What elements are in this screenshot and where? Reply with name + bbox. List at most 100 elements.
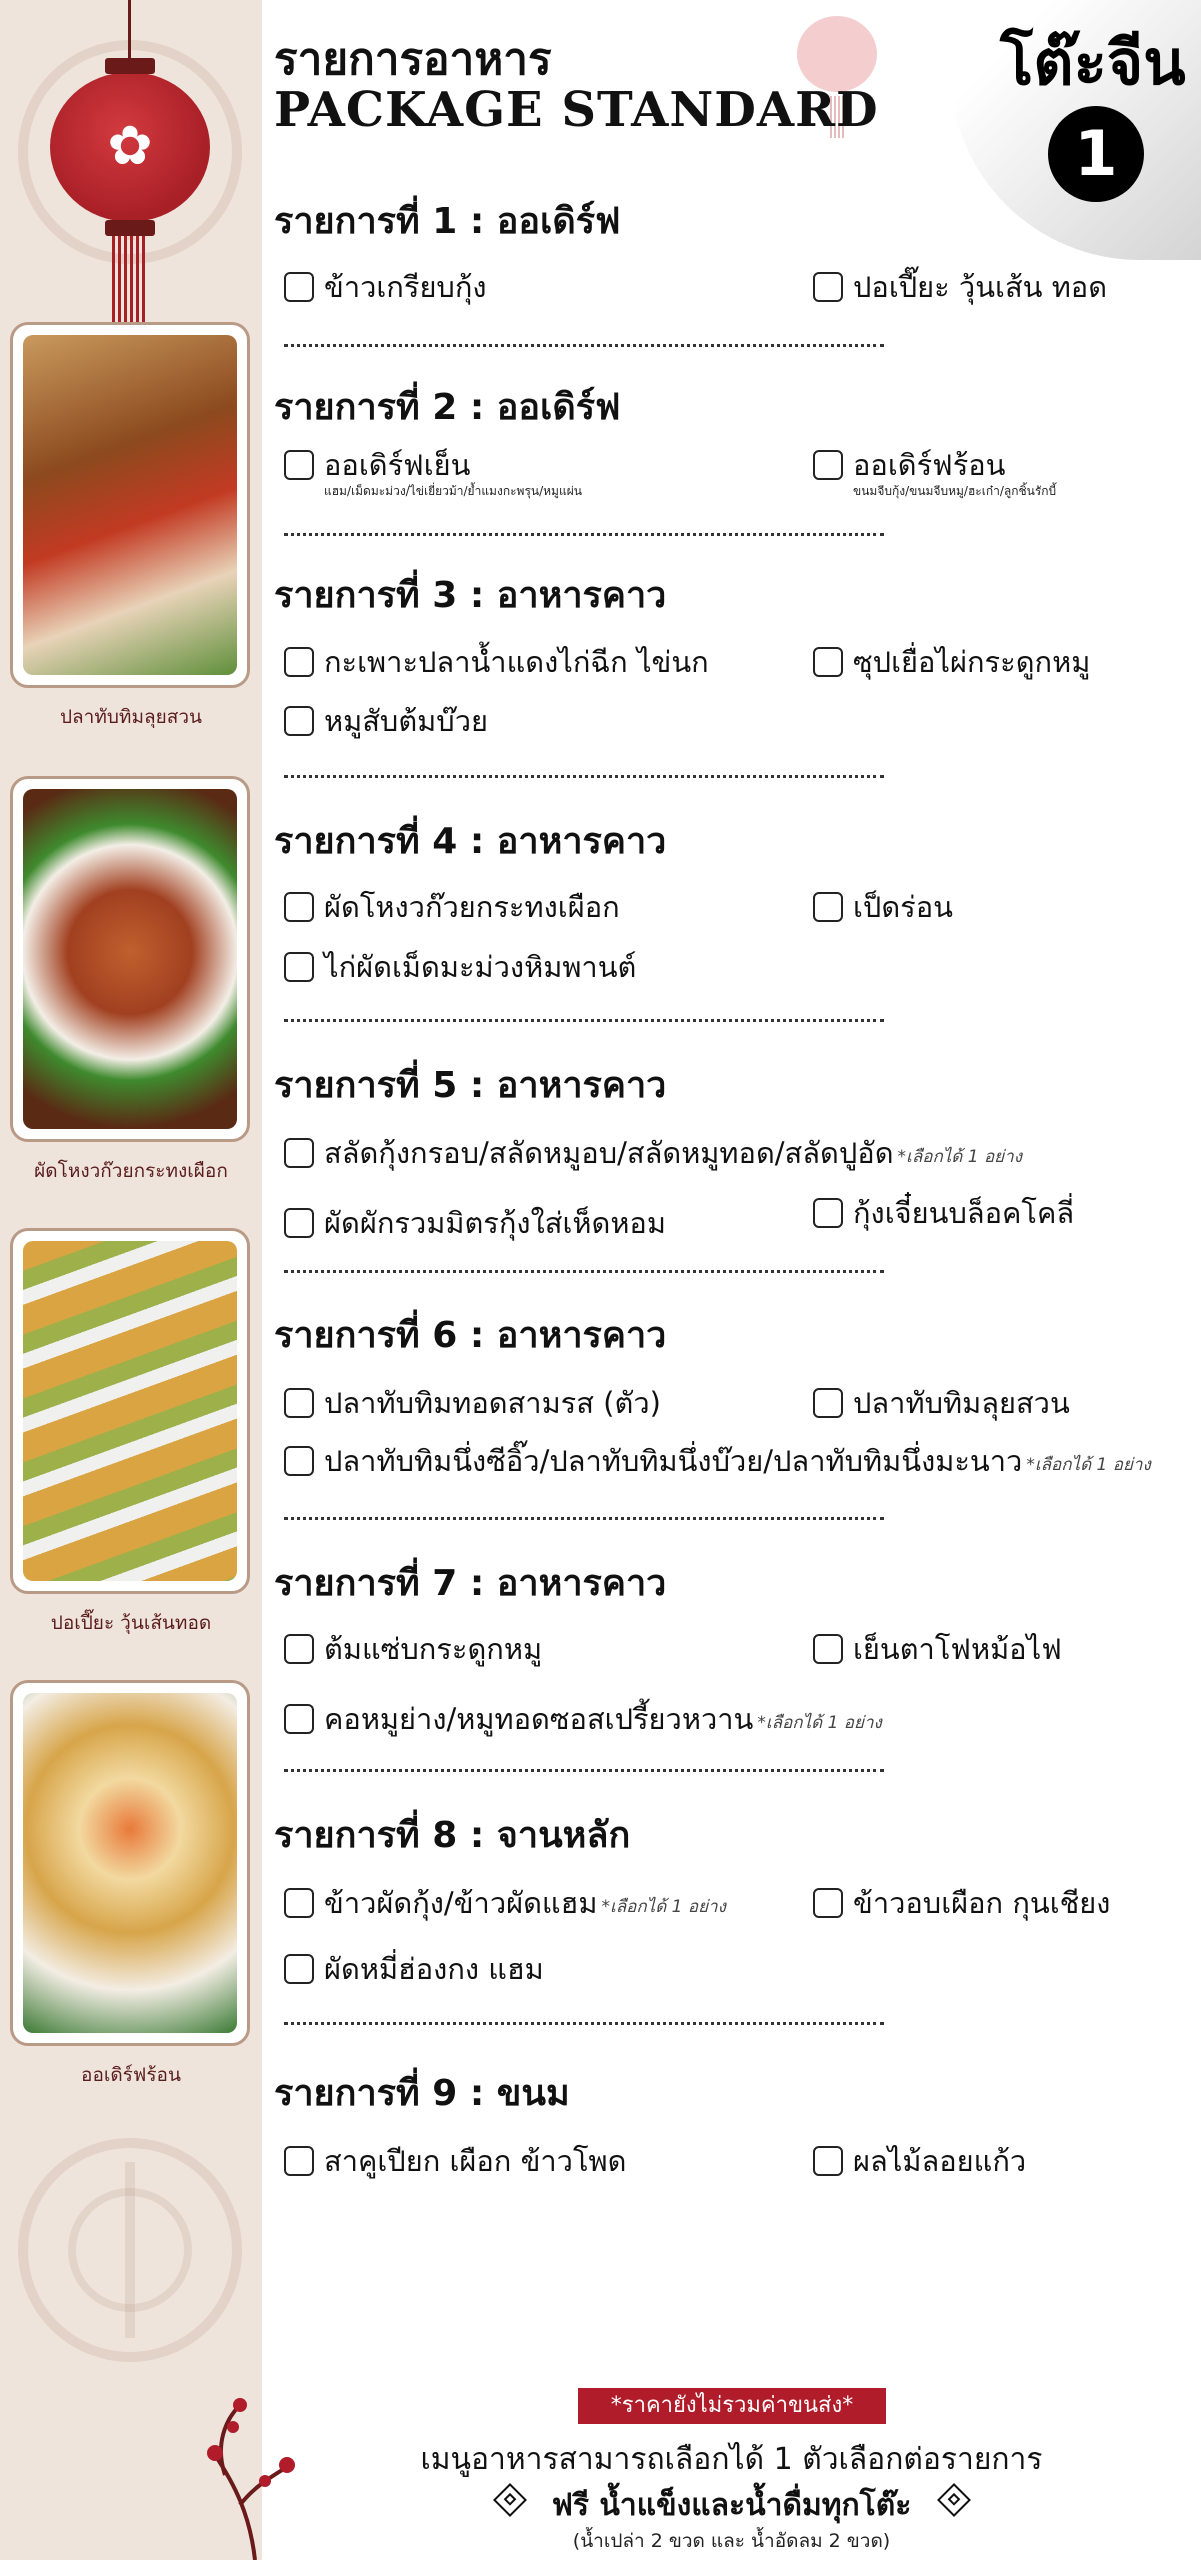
menu-option[interactable]: ซุปเยื่อไผ่กระดูกหมู <box>813 643 1090 681</box>
checkbox[interactable] <box>813 647 843 677</box>
stirfry-dish-photo <box>23 789 237 1129</box>
checkbox[interactable] <box>284 272 314 302</box>
menu-option[interactable]: ผลไม้ลอยแก้ว <box>813 2142 1026 2180</box>
checkbox[interactable] <box>813 1198 843 1228</box>
menu-option[interactable]: สลัดกุ้งกรอบ/สลัดหมูอบ/สลัดหมูทอด/สลัดปู… <box>284 1134 1022 1180</box>
section-title: รายการที่ 4 : อาหารคาว <box>274 821 667 862</box>
checkbox[interactable] <box>284 1388 314 1418</box>
option-description: แฮม/เม็ดมะม่วง/ไข่เยี่ยวม้า/ย้ำแมงกะพรุน… <box>324 484 582 498</box>
checkbox[interactable] <box>284 1954 314 1984</box>
section-title: รายการที่ 5 : อาหารคาว <box>274 1065 667 1106</box>
checkbox[interactable] <box>813 272 843 302</box>
menu-option[interactable]: ข้าวผัดกุ้ง/ข้าวผัดแฮม *เลือกได้ 1 อย่าง <box>284 1884 726 1930</box>
option-label: สาคูเปียก เผือก ข้าวโพด <box>324 2144 627 2178</box>
option-label: เย็นตาโฟหม้อไฟ <box>853 1632 1062 1666</box>
menu-option[interactable]: เย็นตาโฟหม้อไฟ <box>813 1630 1062 1668</box>
checkbox[interactable] <box>813 1388 843 1418</box>
small-lantern-icon <box>797 16 877 92</box>
section-title: รายการที่ 2 : ออเดิร์ฟ <box>274 387 621 428</box>
menu-option[interactable]: ผัดผักรวมมิตรกุ้งใส่เห็ดหอม <box>284 1204 666 1242</box>
option-label: กุ้งเจี๋ยนบล็อคโคลี่ <box>853 1196 1075 1230</box>
option-label: ไก่ผัดเม็ดมะม่วงหิมพานต์ <box>324 950 637 984</box>
checkbox[interactable] <box>813 1634 843 1664</box>
dotted-divider <box>284 775 884 778</box>
food-photo-card <box>10 776 250 1142</box>
option-label: ปลาทับทิมลุยสวน <box>853 1386 1070 1420</box>
checkbox[interactable] <box>284 1208 314 1238</box>
menu-option[interactable]: ปลาทับทิมนึ่งซีอิ๊ว/ปลาทับทิมนึ่งบ๊วย/ปล… <box>284 1442 1151 1488</box>
page-title: รายการอาหาร <box>274 34 552 85</box>
menu-option[interactable]: ปลาทับทิมทอดสามรส (ตัว) <box>284 1384 661 1422</box>
checkbox[interactable] <box>284 1704 314 1734</box>
menu-option[interactable]: ปอเปี๊ยะ วุ้นเส้น ทอด <box>813 268 1107 306</box>
option-label: ข้าวเกรียบกุ้ง <box>324 270 487 304</box>
checkbox[interactable] <box>284 2146 314 2176</box>
checkbox[interactable] <box>284 647 314 677</box>
option-note: *เลือกได้ 1 อย่าง <box>601 1897 726 1917</box>
table-number-badge: 1 <box>1048 106 1144 202</box>
checkbox[interactable] <box>284 450 314 480</box>
option-label: คอหมูย่าง/หมูทอดซอสเปรี้ยวหวาน <box>324 1702 754 1736</box>
option-note: *เลือกได้ 1 อย่าง <box>757 1713 882 1733</box>
chinese-motif-icon <box>18 2138 242 2362</box>
menu-option[interactable]: ออเดิร์ฟร้อน ขนมจีบกุ้ง/ขนมจีบหมู/ฮะเก๋า… <box>813 446 1056 498</box>
option-label: กะเพาะปลาน้ำแดงไก่ฉีก ไข่นก <box>324 645 709 679</box>
option-label: ข้าวอบเผือก กุนเชียง <box>853 1886 1111 1920</box>
checkbox[interactable] <box>813 2146 843 2176</box>
section-title: รายการที่ 7 : อาหารคาว <box>274 1563 667 1604</box>
checkbox[interactable] <box>284 1634 314 1664</box>
menu-option[interactable]: สาคูเปียก เผือก ข้าวโพด <box>284 2142 627 2180</box>
menu-option[interactable]: เป็ดร่อน <box>813 888 953 926</box>
lantern-icon: ✿ <box>50 58 210 236</box>
checkbox[interactable] <box>284 952 314 982</box>
checkbox[interactable] <box>284 1138 314 1168</box>
checkbox[interactable] <box>813 450 843 480</box>
food-photo-card <box>10 1680 250 2046</box>
option-label: สลัดกุ้งกรอบ/สลัดหมูอบ/สลัดหมูทอด/สลัดปู… <box>324 1136 894 1170</box>
flower-icon: ✿ <box>107 114 153 177</box>
menu-option[interactable]: กะเพาะปลาน้ำแดงไก่ฉีก ไข่นก <box>284 643 709 681</box>
photo-caption: ปอเปี๊ยะ วุ้นเส้นทอด <box>50 1612 212 1634</box>
option-label: ปลาทับทิมทอดสามรส (ตัว) <box>324 1386 661 1420</box>
option-label: ผัดโหงวก๊วยกระทงเผือก <box>324 890 620 924</box>
option-label: ผลไม้ลอยแก้ว <box>853 2144 1027 2178</box>
photo-caption: ออเดิร์ฟร้อน <box>81 2064 181 2086</box>
section-title: รายการที่ 9 : ขนม <box>274 2073 570 2114</box>
table-type-label: โต๊ะจีน <box>1000 26 1186 99</box>
menu-option[interactable]: กุ้งเจี๋ยนบล็อคโคลี่ <box>813 1194 1074 1232</box>
dotted-divider <box>284 1517 884 1520</box>
menu-option[interactable]: หมูสับต้มบ๊วย <box>284 702 488 740</box>
sidebar: ✿ ปลาทับทิมลุยสวน ผัดโหงวก๊วยกระทงเผือก … <box>0 0 262 2560</box>
dotted-divider <box>284 2022 884 2025</box>
option-label: เป็ดร่อน <box>853 890 953 924</box>
checkbox[interactable] <box>284 892 314 922</box>
lantern-tassel <box>112 236 146 336</box>
selection-note: เมนูอาหารสามารถเลือกได้ 1 ตัวเลือกต่อราย… <box>420 2442 1043 2477</box>
menu-option[interactable]: ผัดหมี่ฮ่องกง แฮม <box>284 1950 544 1988</box>
menu-option[interactable]: ข้าวเกรียบกุ้ง <box>284 268 487 306</box>
menu-option[interactable]: ไก่ผัดเม็ดมะม่วงหิมพานต์ <box>284 948 636 986</box>
checkbox[interactable] <box>284 1888 314 1918</box>
checkbox[interactable] <box>813 1888 843 1918</box>
menu-option[interactable]: คอหมูย่าง/หมูทอดซอสเปรี้ยวหวาน *เลือกได้… <box>284 1700 882 1746</box>
option-description: ขนมจีบกุ้ง/ขนมจีบหมู/ฮะเก๋า/ลูกชิ้นรักบี… <box>853 484 1057 498</box>
menu-option[interactable]: ข้าวอบเผือก กุนเชียง <box>813 1884 1110 1922</box>
section-title: รายการที่ 6 : อาหารคาว <box>274 1315 667 1356</box>
checkbox[interactable] <box>284 1446 314 1476</box>
menu-option[interactable]: ต้มแซ่บกระดูกหมู <box>284 1630 542 1668</box>
spring-roll-photo <box>23 1241 237 1581</box>
checkbox[interactable] <box>284 706 314 736</box>
option-label: ปลาทับทิมนึ่งซีอิ๊ว/ปลาทับทิมนึ่งบ๊วย/ปล… <box>324 1444 1023 1478</box>
option-label: หมูสับต้มบ๊วย <box>324 704 488 738</box>
option-label: ผัดผักรวมมิตรกุ้งใส่เห็ดหอม <box>324 1206 666 1240</box>
menu-option[interactable]: ออเดิร์ฟเย็น แฮม/เม็ดมะม่วง/ไข่เยี่ยวม้า… <box>284 446 582 498</box>
option-label: ปอเปี๊ยะ วุ้นเส้น ทอด <box>853 270 1108 304</box>
dotted-divider <box>284 344 884 347</box>
hot-appetizer-photo <box>23 1693 237 2033</box>
menu-option[interactable]: ปลาทับทิมลุยสวน <box>813 1384 1070 1422</box>
menu-option[interactable]: ผัดโหงวก๊วยกระทงเผือก <box>284 888 620 926</box>
checkbox[interactable] <box>813 892 843 922</box>
dotted-divider <box>284 1769 884 1772</box>
option-label: ผัดหมี่ฮ่องกง แฮม <box>324 1952 544 1986</box>
option-note: *เลือกได้ 1 อย่าง <box>897 1147 1022 1167</box>
